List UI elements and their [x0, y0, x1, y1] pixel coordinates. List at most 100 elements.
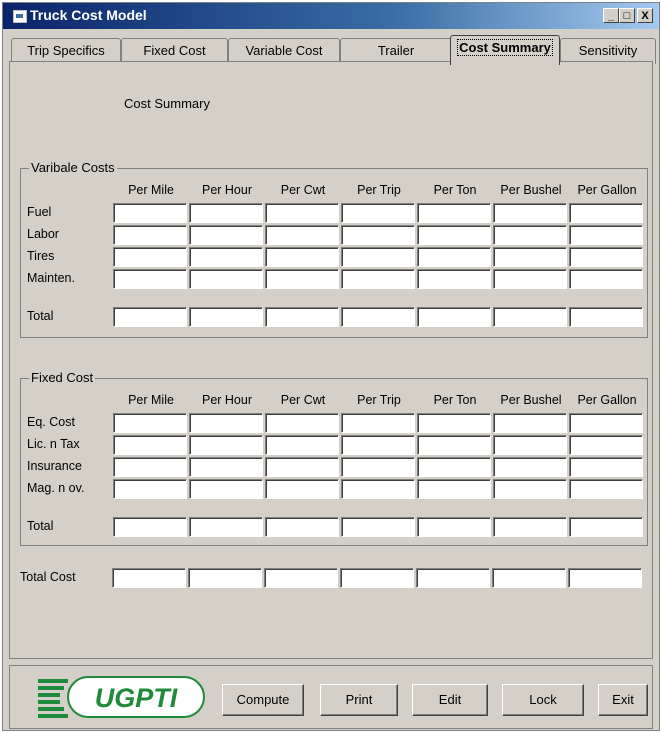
fixed-cost-cell-input[interactable] — [265, 479, 339, 499]
variable-cost-cell-input[interactable] — [569, 269, 643, 289]
variable-cost-cell-input[interactable] — [265, 203, 339, 223]
fixed-cost-cell-input[interactable] — [265, 413, 339, 433]
variable-cost-cell-input[interactable] — [493, 225, 567, 245]
fixed-cost-total-cell-input[interactable] — [417, 517, 491, 537]
variable-cost-cell-input[interactable] — [265, 269, 339, 289]
fixed-cost-cell-input[interactable] — [493, 435, 567, 455]
variable-cost-cell-input[interactable] — [189, 225, 263, 245]
fixed-cost-total-cell-input[interactable] — [341, 517, 415, 537]
fixed-cost-cell-input[interactable] — [417, 413, 491, 433]
variable-cost-cell-input[interactable] — [189, 269, 263, 289]
total-cost-cell-input[interactable] — [416, 568, 490, 588]
variable-cost-cell-input[interactable] — [113, 247, 187, 267]
fixed-cost-cell-input[interactable] — [569, 479, 643, 499]
total-cost-cell-input[interactable] — [188, 568, 262, 588]
fixed-cost-total-label: Total — [27, 519, 54, 533]
variable-cost-cell-input[interactable] — [265, 225, 339, 245]
fixed-cost-cell-input[interactable] — [113, 479, 187, 499]
fixed-cost-cell-input[interactable] — [341, 435, 415, 455]
fixed-cost-cell-input[interactable] — [341, 457, 415, 477]
variable-cost-cell-input[interactable] — [493, 269, 567, 289]
fixed-cost-group: Fixed Cost Per Mile Per Hour Per Cwt Per Tr… — [20, 370, 648, 546]
close-button[interactable]: X — [637, 8, 653, 23]
variable-cost-cell-input[interactable] — [417, 247, 491, 267]
variable-cost-total-cell-input[interactable] — [341, 307, 415, 327]
fixed-cost-row-label: Eq. Cost — [27, 415, 75, 429]
fixed-cost-total-cell-input[interactable] — [113, 517, 187, 537]
variable-cost-cell-input[interactable] — [113, 269, 187, 289]
fixed-cost-cell-input[interactable] — [265, 457, 339, 477]
variable-cost-total-cell-input[interactable] — [493, 307, 567, 327]
fixed-cost-cell-input[interactable] — [569, 457, 643, 477]
variable-cost-cell-input[interactable] — [265, 247, 339, 267]
variable-cost-cell-input[interactable] — [569, 225, 643, 245]
fixed-cost-cell-input[interactable] — [417, 457, 491, 477]
variable-cost-cell-input[interactable] — [113, 225, 187, 245]
fixed-cost-cell-input[interactable] — [493, 457, 567, 477]
fixed-cost-cell-input[interactable] — [265, 435, 339, 455]
fixed-cost-total-cell-input[interactable] — [189, 517, 263, 537]
lock-button[interactable]: Lock — [502, 684, 584, 716]
exit-button[interactable]: Exit — [598, 684, 648, 716]
tab-cost-summary[interactable]: Cost Summary — [450, 35, 560, 65]
variable-cost-cell-input[interactable] — [189, 203, 263, 223]
variable-cost-cell-input[interactable] — [417, 225, 491, 245]
fixed-cost-total-cell-input[interactable] — [265, 517, 339, 537]
fixed-cost-cell-input[interactable] — [569, 435, 643, 455]
fixed-cost-cell-input[interactable] — [189, 435, 263, 455]
fixed-cost-cell-input[interactable] — [189, 479, 263, 499]
edit-button[interactable]: Edit — [412, 684, 488, 716]
variable-cost-cell-input[interactable] — [341, 247, 415, 267]
variable-cost-colhead: Per Trip — [357, 183, 401, 197]
fixed-cost-cell-input[interactable] — [493, 479, 567, 499]
fixed-cost-cell-input[interactable] — [113, 457, 187, 477]
fixed-cost-total-cell-input[interactable] — [569, 517, 643, 537]
variable-cost-cell-input[interactable] — [493, 247, 567, 267]
variable-cost-cell-input[interactable] — [417, 203, 491, 223]
print-button[interactable]: Print — [320, 684, 398, 716]
variable-cost-total-cell-input[interactable] — [417, 307, 491, 327]
variable-cost-cell-input[interactable] — [493, 203, 567, 223]
fixed-cost-cell-input[interactable] — [113, 413, 187, 433]
total-cost-cell-input[interactable] — [568, 568, 642, 588]
variable-costs-legend: Varibale Costs — [29, 160, 117, 175]
ugpti-logo: UGPTI — [38, 676, 205, 718]
variable-cost-cell-input[interactable] — [417, 269, 491, 289]
fixed-cost-cell-input[interactable] — [417, 479, 491, 499]
total-cost-cell-input[interactable] — [112, 568, 186, 588]
fixed-cost-colhead: Per Bushel — [500, 393, 562, 407]
fixed-cost-cell-input[interactable] — [569, 413, 643, 433]
panel-caption: Cost Summary — [124, 96, 210, 111]
minimize-button[interactable]: _ — [603, 8, 619, 23]
variable-cost-cell-input[interactable] — [341, 269, 415, 289]
fixed-cost-cell-input[interactable] — [341, 413, 415, 433]
variable-cost-cell-input[interactable] — [189, 247, 263, 267]
fixed-cost-total-cell-input[interactable] — [493, 517, 567, 537]
variable-cost-cell-input[interactable] — [113, 203, 187, 223]
variable-cost-colhead: Per Bushel — [500, 183, 562, 197]
fixed-cost-cell-input[interactable] — [189, 457, 263, 477]
fixed-cost-cell-input[interactable] — [113, 435, 187, 455]
title-bar[interactable]: Truck Cost Model _ □ X — [3, 3, 659, 29]
total-cost-cell-input[interactable] — [492, 568, 566, 588]
variable-cost-total-cell-input[interactable] — [113, 307, 187, 327]
fixed-cost-cell-input[interactable] — [417, 435, 491, 455]
fixed-cost-cell-input[interactable] — [341, 479, 415, 499]
total-cost-cell-input[interactable] — [340, 568, 414, 588]
variable-cost-row-label: Fuel — [27, 205, 52, 219]
variable-cost-cell-input[interactable] — [341, 203, 415, 223]
total-cost-cell-input[interactable] — [264, 568, 338, 588]
variable-cost-cell-input[interactable] — [569, 247, 643, 267]
maximize-button[interactable]: □ — [619, 8, 635, 23]
fixed-cost-cell-input[interactable] — [189, 413, 263, 433]
compute-button[interactable]: Compute — [222, 684, 304, 716]
window-title: Truck Cost Model — [30, 7, 147, 23]
variable-cost-total-cell-input[interactable] — [265, 307, 339, 327]
fixed-cost-colhead: Per Hour — [201, 393, 253, 407]
fixed-cost-colhead: Per Gallon — [577, 393, 637, 407]
variable-cost-cell-input[interactable] — [341, 225, 415, 245]
variable-cost-total-cell-input[interactable] — [569, 307, 643, 327]
variable-cost-cell-input[interactable] — [569, 203, 643, 223]
variable-cost-total-cell-input[interactable] — [189, 307, 263, 327]
fixed-cost-cell-input[interactable] — [493, 413, 567, 433]
